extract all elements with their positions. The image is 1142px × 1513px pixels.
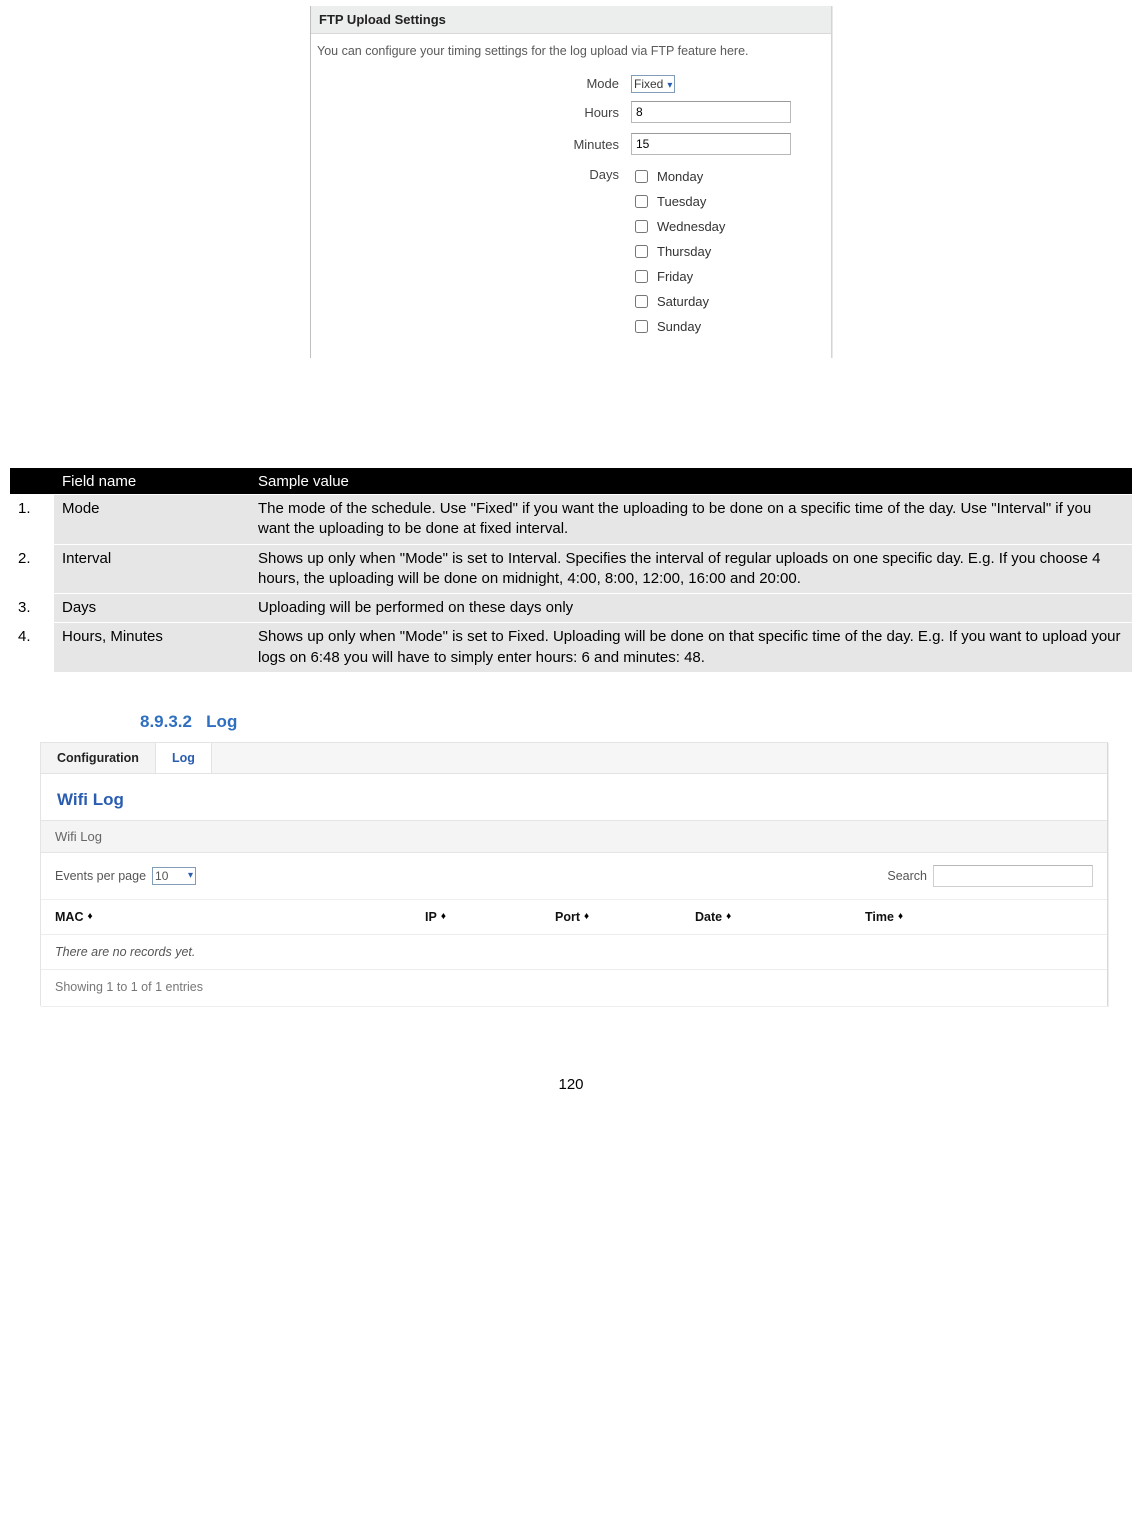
desc-head-field: Field name [54,468,250,495]
day-friday-checkbox[interactable] [635,270,648,283]
table-row: 3. Days Uploading will be performed on t… [10,594,1132,623]
section-heading: 8.9.3.2 Log [140,712,1142,732]
table-row: 1. Mode The mode of the schedule. Use "F… [10,495,1132,545]
sort-icon: ♦ [584,913,589,921]
day-thursday[interactable]: Thursday [631,242,823,261]
day-saturday[interactable]: Saturday [631,292,823,311]
day-monday[interactable]: Monday [631,167,823,186]
hours-input[interactable] [631,101,791,123]
chevron-down-icon: ▾ [188,870,193,881]
wifi-log-empty: There are no records yet. [41,935,1107,970]
log-tabs: Configuration Log [41,743,1107,774]
mode-label: Mode [319,76,631,91]
column-time[interactable]: Time♦ [865,910,1093,924]
table-row: 2. Interval Shows up only when "Mode" is… [10,544,1132,594]
ftp-form: Mode Fixed ▾ Hours Minutes Days Monday Tu… [311,62,831,358]
sort-icon: ♦ [87,913,92,921]
days-label: Days [319,165,631,182]
minutes-label: Minutes [319,137,631,152]
sort-icon: ♦ [898,913,903,921]
day-monday-checkbox[interactable] [635,170,648,183]
column-port[interactable]: Port♦ [555,910,695,924]
day-sunday[interactable]: Sunday [631,317,823,336]
desc-head-desc: Sample value [250,468,1132,495]
column-ip[interactable]: IP♦ [425,910,555,924]
sort-icon: ♦ [726,913,731,921]
ftp-panel-header: FTP Upload Settings [311,6,831,34]
day-friday[interactable]: Friday [631,267,823,286]
wifi-log-footer: Showing 1 to 1 of 1 entries [41,970,1107,1006]
day-saturday-checkbox[interactable] [635,295,648,308]
search-label: Search [887,869,927,883]
ftp-panel-description: You can configure your timing settings f… [311,34,831,62]
sort-icon: ♦ [441,913,446,921]
page-number: 120 [0,1076,1142,1093]
day-sunday-checkbox[interactable] [635,320,648,333]
chevron-down-icon: ▾ [667,80,672,91]
mode-select[interactable]: Fixed ▾ [631,75,675,93]
desc-head-index [10,468,54,495]
wifi-log-panel: Configuration Log Wifi Log Wifi Log Even… [40,742,1108,1006]
column-date[interactable]: Date♦ [695,910,865,924]
wifi-log-toolbar: Events per page 10 ▾ Search [41,853,1107,900]
description-table: Field name Sample value 1. Mode The mode… [10,468,1132,672]
wifi-log-columns: MAC♦ IP♦ Port♦ Date♦ Time♦ [41,900,1107,935]
mode-select-value: Fixed [634,77,663,91]
day-thursday-checkbox[interactable] [635,245,648,258]
section-number: 8.9.3.2 [140,712,192,731]
day-tuesday-checkbox[interactable] [635,195,648,208]
events-per-page-value: 10 [155,869,168,883]
minutes-input[interactable] [631,133,791,155]
day-wednesday-checkbox[interactable] [635,220,648,233]
events-per-page-select[interactable]: 10 ▾ [152,867,196,885]
section-title: Log [206,712,237,731]
day-wednesday[interactable]: Wednesday [631,217,823,236]
wifi-log-title: Wifi Log [41,774,1107,820]
events-per-page-label: Events per page [55,869,146,883]
column-mac[interactable]: MAC♦ [55,910,425,924]
tab-log[interactable]: Log [156,743,212,773]
wifi-log-subtitle: Wifi Log [41,820,1107,853]
day-tuesday[interactable]: Tuesday [631,192,823,211]
description-table-wrap: Field name Sample value 1. Mode The mode… [10,468,1132,672]
hours-label: Hours [319,105,631,120]
tab-configuration[interactable]: Configuration [41,743,156,773]
search-input[interactable] [933,865,1093,887]
ftp-upload-settings-panel: FTP Upload Settings You can configure yo… [310,6,832,358]
table-row: 4. Hours, Minutes Shows up only when "Mo… [10,623,1132,672]
